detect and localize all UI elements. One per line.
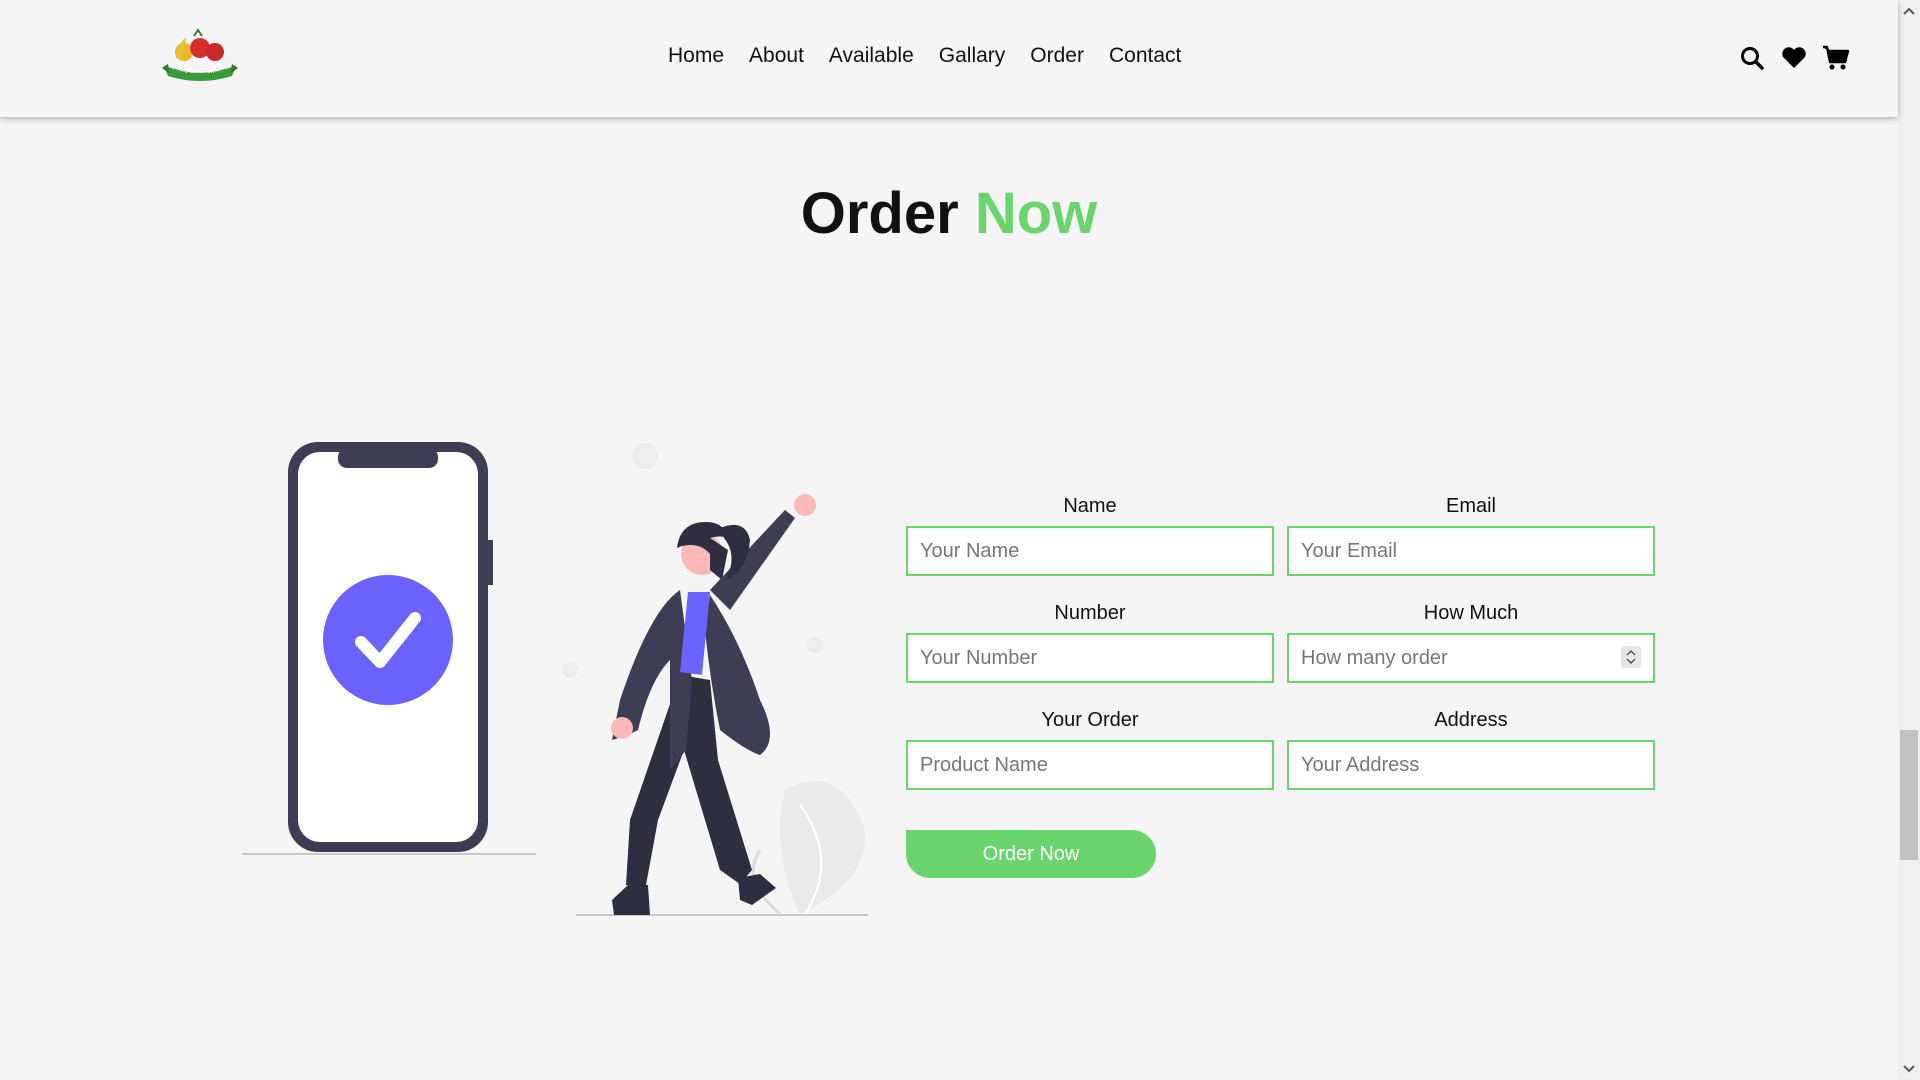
name-field: Name [906,495,1274,576]
logo-text: Pain Fruit [184,67,215,75]
form-row-3: Your Order Address [906,709,1656,790]
logo[interactable]: Pain Fruit [158,28,242,84]
scroll-up-icon[interactable] [1898,2,1920,20]
page-scrollbar[interactable] [1898,0,1920,1080]
main-nav: Home About Available Gallary Order Conta… [668,44,1181,68]
email-field: Email [1287,495,1655,576]
how-much-input[interactable] [1287,633,1655,683]
form-row-2: Number How Much [906,602,1656,683]
address-field: Address [1287,709,1655,790]
address-input[interactable] [1287,740,1655,790]
scroll-down-icon[interactable] [1898,1060,1920,1078]
order-now-button[interactable]: Order Now [906,830,1156,878]
order-form: Name Email Number How Much [906,495,1656,878]
nav-contact[interactable]: Contact [1109,44,1181,68]
nav-about[interactable]: About [749,44,804,68]
cart-icon[interactable] [1822,44,1850,72]
check-circle-icon [323,575,453,705]
address-label: Address [1434,709,1508,731]
your-order-label: Your Order [1041,709,1139,731]
how-much-wrap [1287,633,1655,683]
how-much-field: How Much [1287,602,1655,683]
number-field: Number [906,602,1274,683]
email-label: Email [1445,495,1496,517]
search-icon[interactable] [1738,44,1766,72]
title-main: Order [800,181,959,246]
site-header: Pain Fruit Home About Available Gallary … [0,0,1898,117]
email-input[interactable] [1287,526,1655,576]
scroll-thumb[interactable] [1900,730,1918,860]
order-illustration [242,442,868,916]
name-label: Name [1063,495,1117,517]
name-input[interactable] [906,526,1274,576]
section-title: Order Now [0,180,1898,247]
header-icons [1738,44,1850,72]
nav-available[interactable]: Available [829,44,914,68]
form-row-1: Name Email [906,495,1656,576]
nav-order[interactable]: Order [1030,44,1084,68]
number-spinner-icon[interactable] [1621,646,1641,668]
your-order-field: Your Order [906,709,1274,790]
number-label: Number [1054,602,1126,624]
number-input[interactable] [906,633,1274,683]
page: Pain Fruit Home About Available Gallary … [0,0,1898,1080]
nav-gallary[interactable]: Gallary [939,44,1006,68]
title-accent: Now [974,181,1098,246]
how-much-label: How Much [1423,602,1519,624]
heart-icon[interactable] [1780,44,1808,72]
nav-home[interactable]: Home [668,44,724,68]
product-name-input[interactable] [906,740,1274,790]
